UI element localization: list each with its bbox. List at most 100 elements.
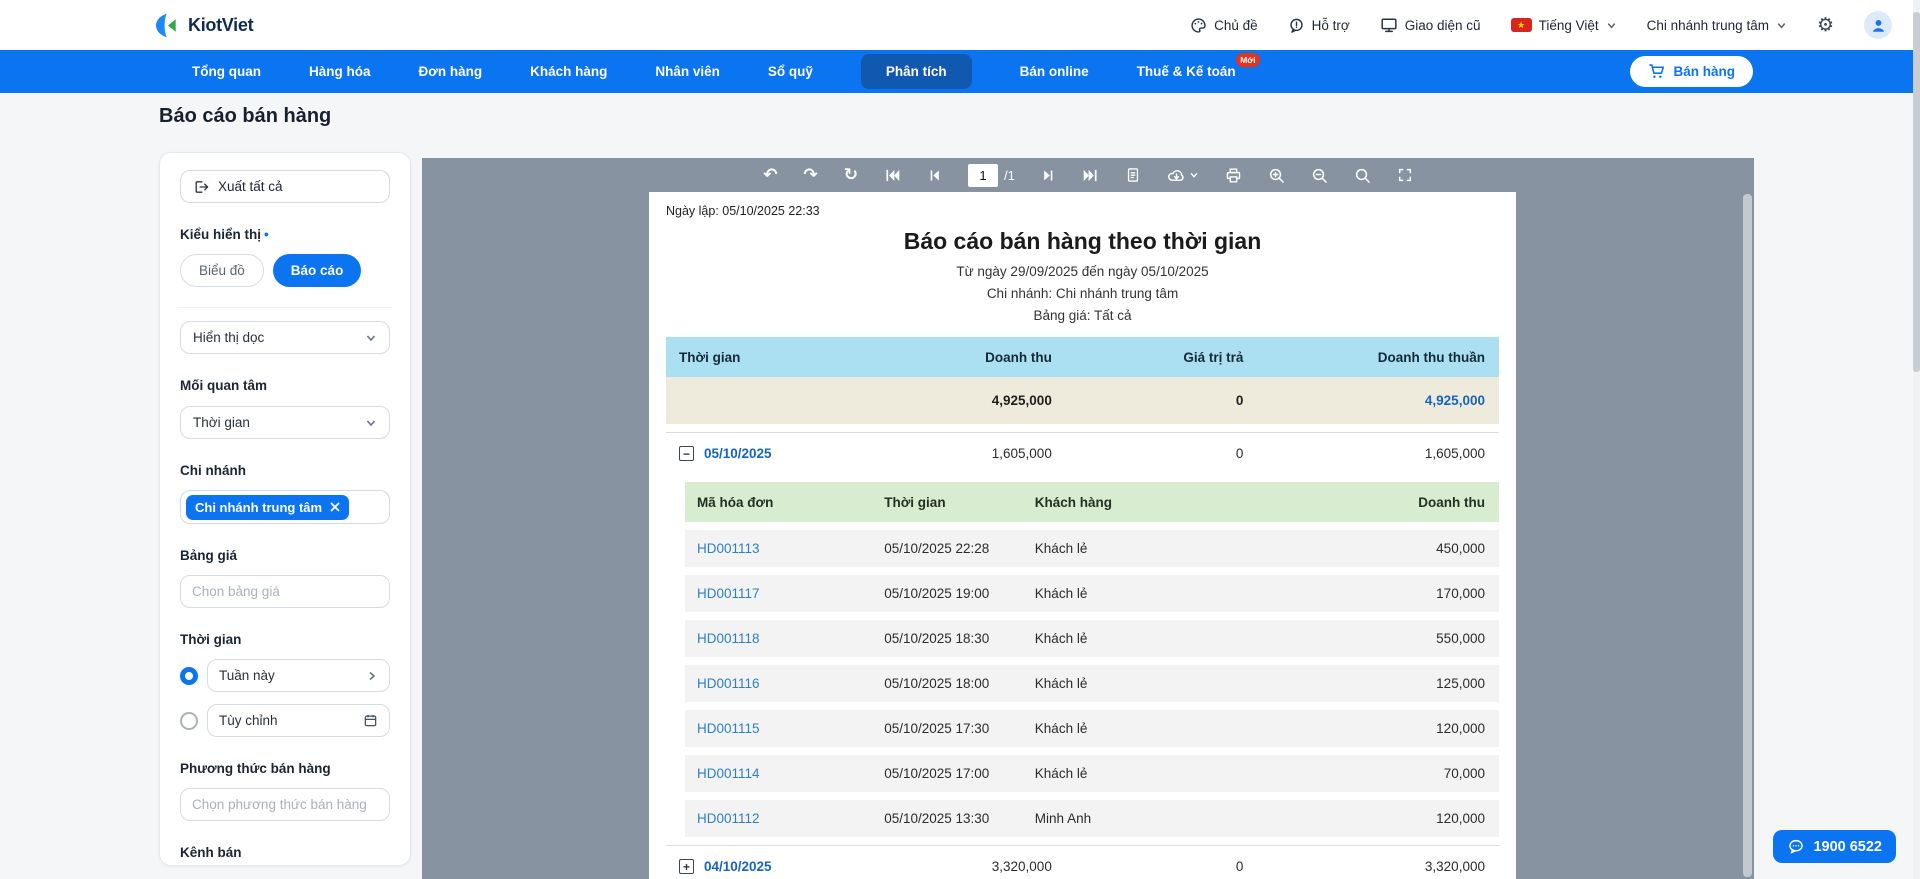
sales-method-input[interactable] xyxy=(180,788,390,821)
zoom-out-icon[interactable] xyxy=(1311,167,1328,184)
time-custom-radio[interactable] xyxy=(180,711,198,730)
nav-so-quy[interactable]: Sổ quỹ xyxy=(768,64,813,79)
kiotviet-logo[interactable]: KiotViet xyxy=(155,13,254,38)
report-date-range: Từ ngày 29/09/2025 đến ngày 05/10/2025 xyxy=(956,264,1209,279)
invoice-row: HD001114 05/10/2025 17:00 Khách lẻ 70,00… xyxy=(685,755,1499,792)
nav-tong-quan[interactable]: Tổng quan xyxy=(192,64,261,79)
undo-icon[interactable]: ↶ xyxy=(763,166,777,184)
report-page: Ngày lập: 05/10/2025 22:33 Báo cáo bán h… xyxy=(649,192,1516,879)
group-returns: 0 xyxy=(1235,859,1244,874)
cart-icon xyxy=(1648,63,1665,80)
time-preset-row: Tuần này xyxy=(180,659,390,692)
settings-gear-icon[interactable]: ⚙ xyxy=(1817,16,1834,35)
prev-page-icon[interactable] xyxy=(927,168,942,183)
branch-filter-label: Chi nhánh xyxy=(180,463,246,478)
zoom-in-icon[interactable] xyxy=(1268,167,1285,184)
invoice-code-link[interactable]: HD001114 xyxy=(685,766,872,781)
invoice-code-link[interactable]: HD001117 xyxy=(685,586,872,601)
language-label: Tiếng Việt xyxy=(1538,17,1599,33)
page-indicator: /1 xyxy=(967,163,1015,187)
invoice-customer: Khách lẻ xyxy=(1034,766,1088,781)
nav-nhan-vien[interactable]: Nhân viên xyxy=(655,64,720,79)
kiotviet-logo-icon xyxy=(155,13,180,38)
invoice-time: 05/10/2025 13:30 xyxy=(884,811,990,826)
last-page-icon[interactable] xyxy=(1082,167,1099,184)
nav-hang-hoa[interactable]: Hàng hóa xyxy=(309,64,371,79)
viewer-scrollbar-thumb[interactable] xyxy=(1743,194,1752,877)
concern-select[interactable]: Thời gian xyxy=(180,406,390,439)
col-khach-hang: Khách hàng xyxy=(1034,494,1113,510)
first-page-icon[interactable] xyxy=(884,167,901,184)
summary-row: 4,925,000 0 4,925,000 xyxy=(666,377,1499,424)
print-icon[interactable] xyxy=(1225,167,1242,184)
invoice-time: 05/10/2025 18:30 xyxy=(884,631,990,646)
chart-option-pill[interactable]: Biểu đồ xyxy=(180,254,264,287)
chat-bubble-icon xyxy=(1787,838,1805,855)
pricebook-input[interactable] xyxy=(180,575,390,608)
invoice-code-link[interactable]: HD001116 xyxy=(685,676,872,691)
language-selector[interactable]: ★ Tiếng Việt xyxy=(1510,17,1617,33)
summary-returns: 0 xyxy=(1235,393,1244,408)
chevron-right-icon xyxy=(366,670,378,682)
cloud-download-icon[interactable] xyxy=(1167,167,1199,184)
theme-button[interactable]: Chủ đề xyxy=(1190,17,1258,34)
nav-items: Tổng quan Hàng hóa Đơn hàng Khách hàng N… xyxy=(192,50,1260,93)
export-all-button[interactable]: Xuất tất cả xyxy=(180,170,390,203)
user-avatar[interactable] xyxy=(1864,11,1892,39)
branch-filter-input[interactable]: Chi nhánh trung tâm xyxy=(180,490,390,524)
invoice-code-link[interactable]: HD001112 xyxy=(685,811,872,826)
expand-icon[interactable]: + xyxy=(679,859,694,874)
pricebook-label: Bảng giá xyxy=(180,548,238,563)
group-row-04-10: + 04/10/2025 3,320,000 0 3,320,000 xyxy=(666,845,1499,879)
old-ui-button[interactable]: Giao diện cũ xyxy=(1380,16,1481,34)
fullscreen-icon[interactable] xyxy=(1397,167,1413,183)
chevron-down-icon xyxy=(365,332,377,344)
sell-button[interactable]: Bán hàng xyxy=(1630,56,1753,87)
hotline-chat-button[interactable]: 1900 6522 xyxy=(1773,830,1896,863)
invoice-revenue: 170,000 xyxy=(1436,586,1485,601)
page-number-input[interactable] xyxy=(967,163,998,187)
search-icon[interactable] xyxy=(1354,167,1371,184)
nav-phan-tich-active[interactable]: Phân tích xyxy=(860,54,972,89)
invoice-row: HD001113 05/10/2025 22:28 Khách lẻ 450,0… xyxy=(685,530,1499,567)
document-export-icon[interactable] xyxy=(1125,167,1141,183)
invoice-customer: Minh Anh xyxy=(1034,811,1092,826)
report-option-pill[interactable]: Báo cáo xyxy=(272,254,362,287)
invoice-code-link[interactable]: HD001113 xyxy=(685,541,872,556)
branch-selector[interactable]: Chi nhánh trung tâm xyxy=(1647,18,1787,33)
col-ma-hoa-don: Mã hóa đơn xyxy=(697,494,774,510)
group-date-link[interactable]: 04/10/2025 xyxy=(704,859,772,874)
invoice-customer: Khách lẻ xyxy=(1034,541,1088,556)
display-type-options: Biểu đồ Báo cáo xyxy=(180,254,390,287)
group-date-link[interactable]: 05/10/2025 xyxy=(704,446,772,461)
invoice-revenue: 450,000 xyxy=(1436,541,1485,556)
filter-sidebar: Xuất tất cả Kiểu hiển thị • Biểu đồ Báo c… xyxy=(159,152,411,866)
nav-ban-online[interactable]: Bán online xyxy=(1020,64,1089,79)
export-icon xyxy=(193,179,209,195)
invoice-revenue: 125,000 xyxy=(1436,676,1485,691)
invoice-code-link[interactable]: HD001118 xyxy=(685,631,872,646)
time-preset-select[interactable]: Tuần này xyxy=(207,659,390,692)
display-type-label-text: Kiểu hiển thị xyxy=(180,227,261,242)
page-title: Báo cáo bán hàng xyxy=(159,105,332,127)
time-custom-select[interactable]: Tùy chỉnh xyxy=(207,704,390,737)
col-doanh-thu-thuan: Doanh thu thuần xyxy=(1377,349,1485,365)
nav-don-hang[interactable]: Đơn hàng xyxy=(419,64,483,79)
report-pricebook: Bảng giá: Tất cả xyxy=(1033,308,1132,323)
support-button[interactable]: Hỗ trợ xyxy=(1288,17,1350,34)
redo-icon[interactable]: ↷ xyxy=(803,166,817,184)
next-page-icon[interactable] xyxy=(1041,168,1056,183)
collapse-icon[interactable]: − xyxy=(679,446,694,461)
nav-khach-hang[interactable]: Khách hàng xyxy=(530,64,607,79)
invoice-revenue: 120,000 xyxy=(1436,811,1485,826)
window-scrollbar-thumb[interactable] xyxy=(1913,12,1920,372)
nav-thue-ke-toan[interactable]: Thuế & Kế toán Mới xyxy=(1137,53,1260,79)
refresh-icon[interactable]: ↻ xyxy=(844,166,858,184)
invoice-row: HD001116 05/10/2025 18:00 Khách lẻ 125,0… xyxy=(685,665,1499,702)
remove-tag-icon[interactable] xyxy=(330,502,340,512)
invoice-code-link[interactable]: HD001115 xyxy=(685,721,872,736)
window-scrollbar xyxy=(1913,0,1920,879)
time-preset-radio-selected[interactable] xyxy=(180,666,198,685)
orientation-select[interactable]: Hiển thị dọc xyxy=(180,321,390,354)
main-navigation: Tổng quan Hàng hóa Đơn hàng Khách hàng N… xyxy=(0,50,1920,93)
